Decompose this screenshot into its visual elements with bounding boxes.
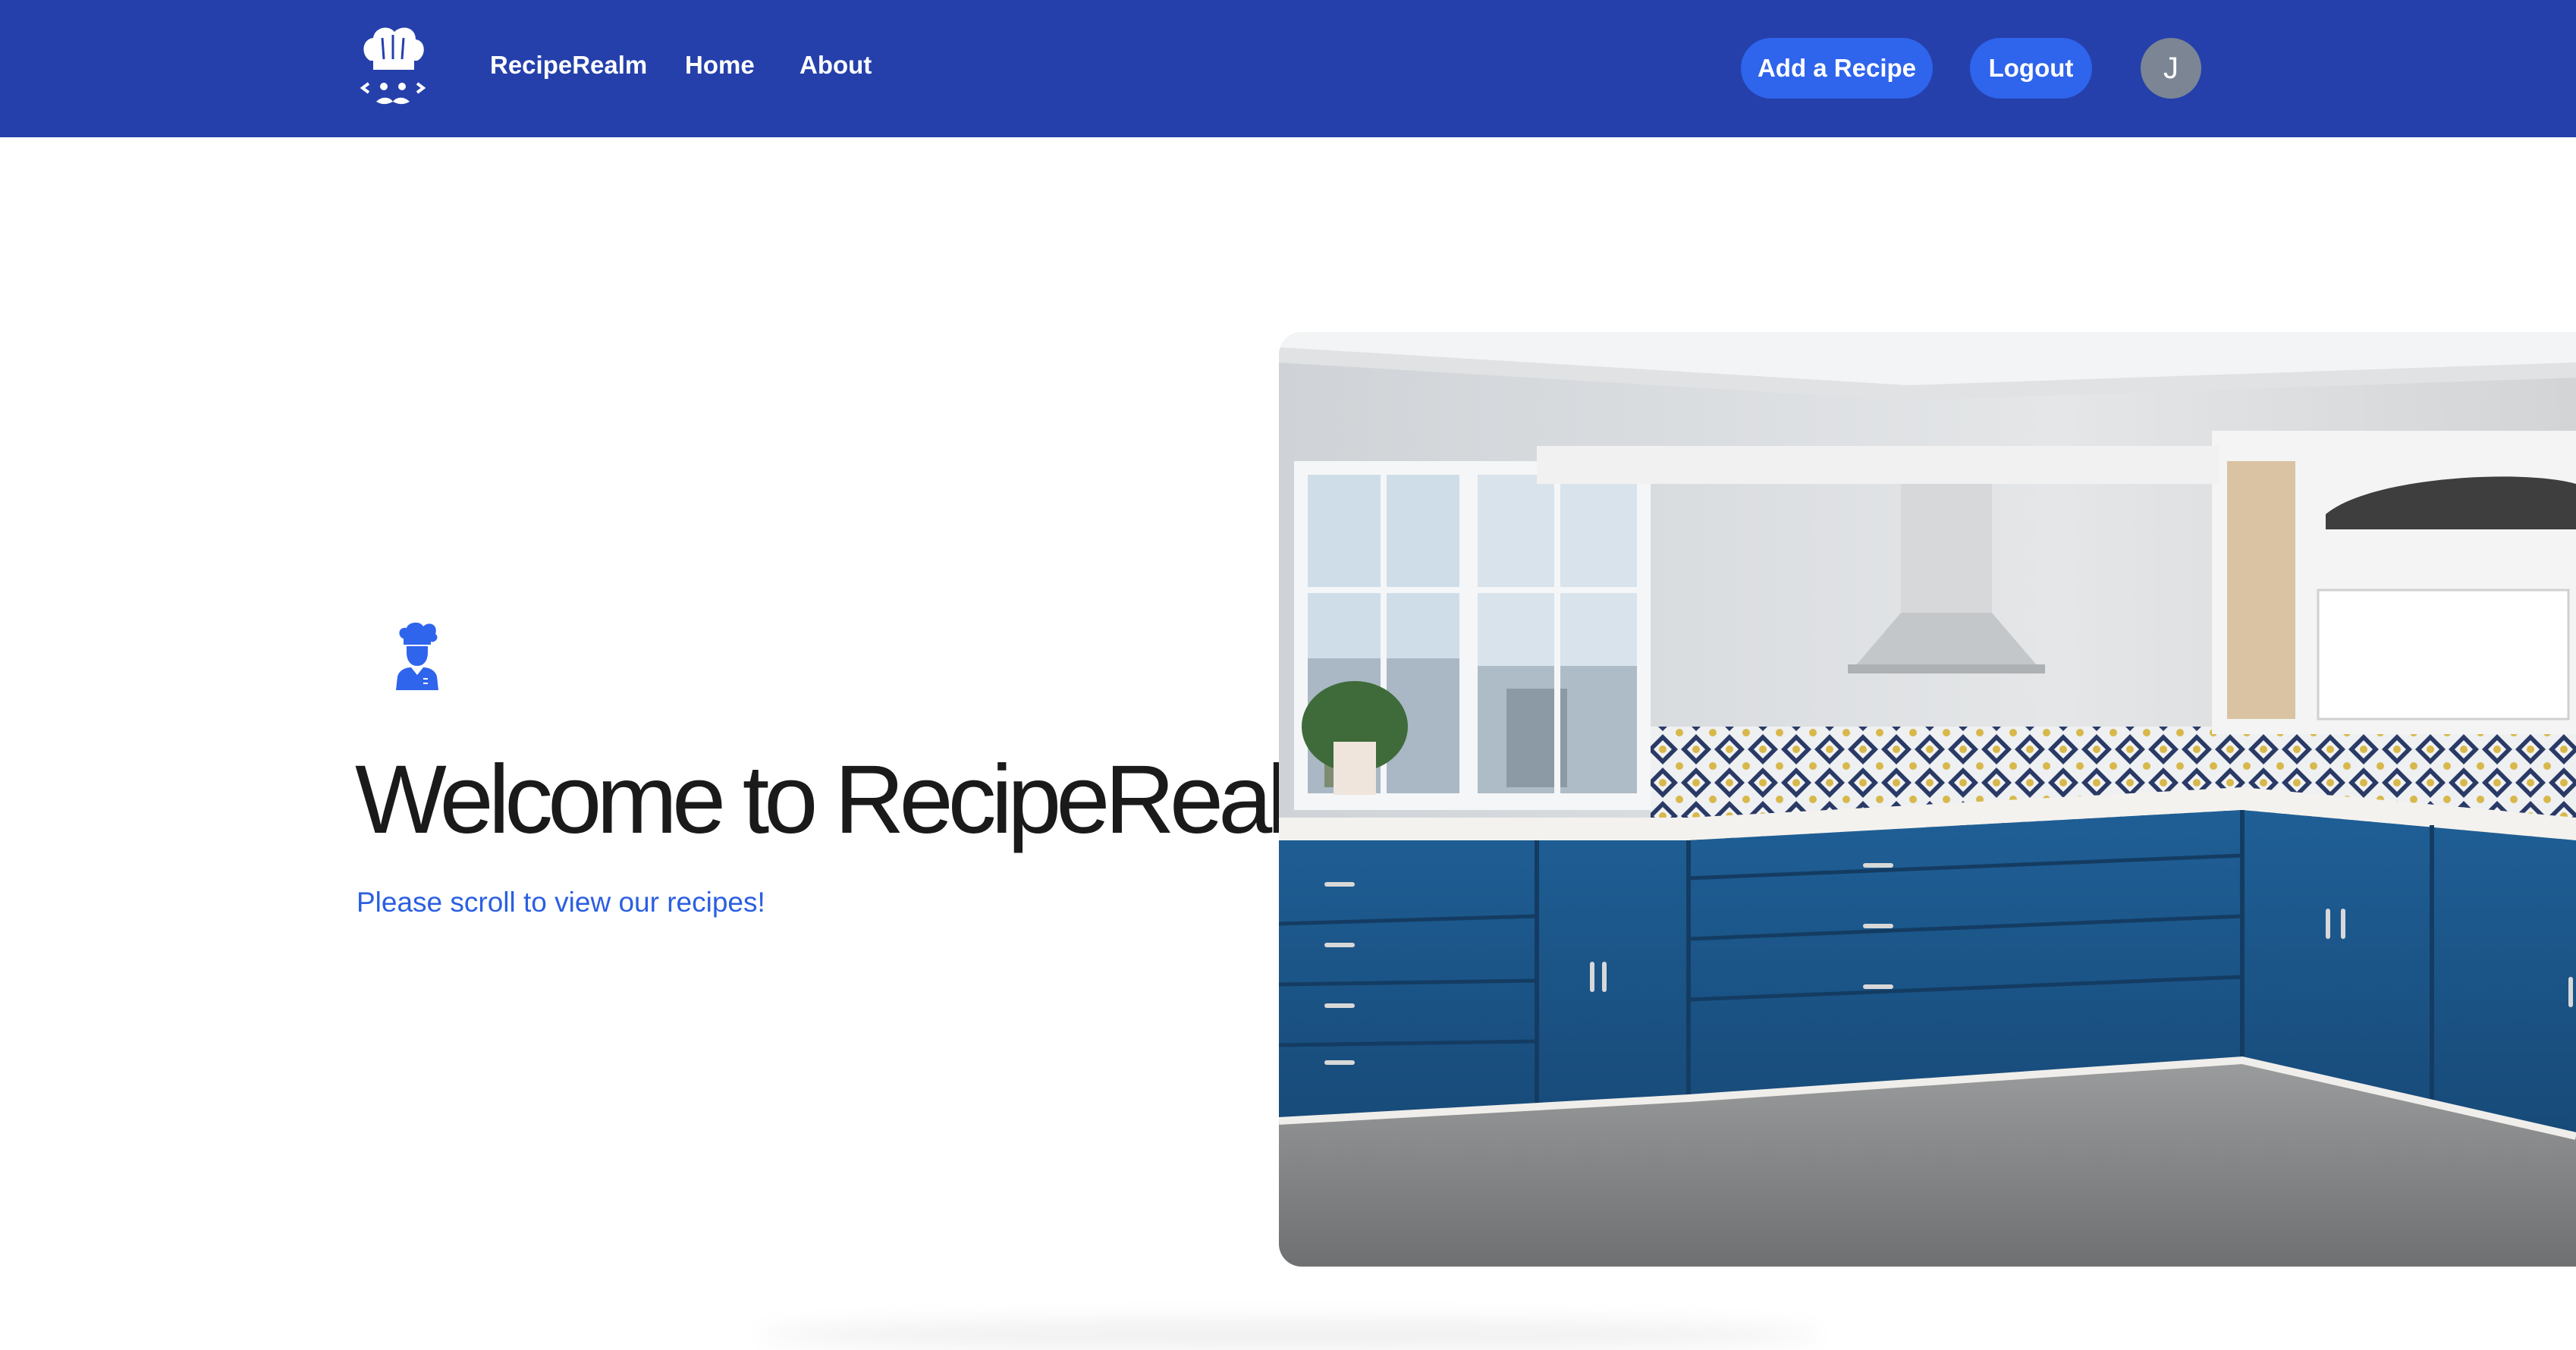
hero-subtitle: Please scroll to view our recipes! bbox=[357, 887, 765, 918]
chef-icon bbox=[396, 622, 438, 690]
nav-about-link[interactable]: About bbox=[800, 49, 872, 82]
section-shadow bbox=[759, 1320, 1820, 1350]
kitchen-photo bbox=[1279, 332, 2576, 1267]
user-avatar[interactable]: J bbox=[2141, 38, 2201, 99]
nav-brand-link[interactable]: RecipeRealm bbox=[490, 49, 647, 82]
top-navbar: RecipeRealm Home About Add a Recipe Logo… bbox=[0, 0, 2576, 137]
hero-title: Welcome to RecipeRealm bbox=[355, 746, 1364, 854]
chef-hat-logo-icon[interactable] bbox=[357, 23, 429, 112]
add-recipe-button[interactable]: Add a Recipe bbox=[1741, 38, 1933, 99]
nav-home-link[interactable]: Home bbox=[685, 49, 755, 82]
logout-button[interactable]: Logout bbox=[1970, 38, 2092, 99]
